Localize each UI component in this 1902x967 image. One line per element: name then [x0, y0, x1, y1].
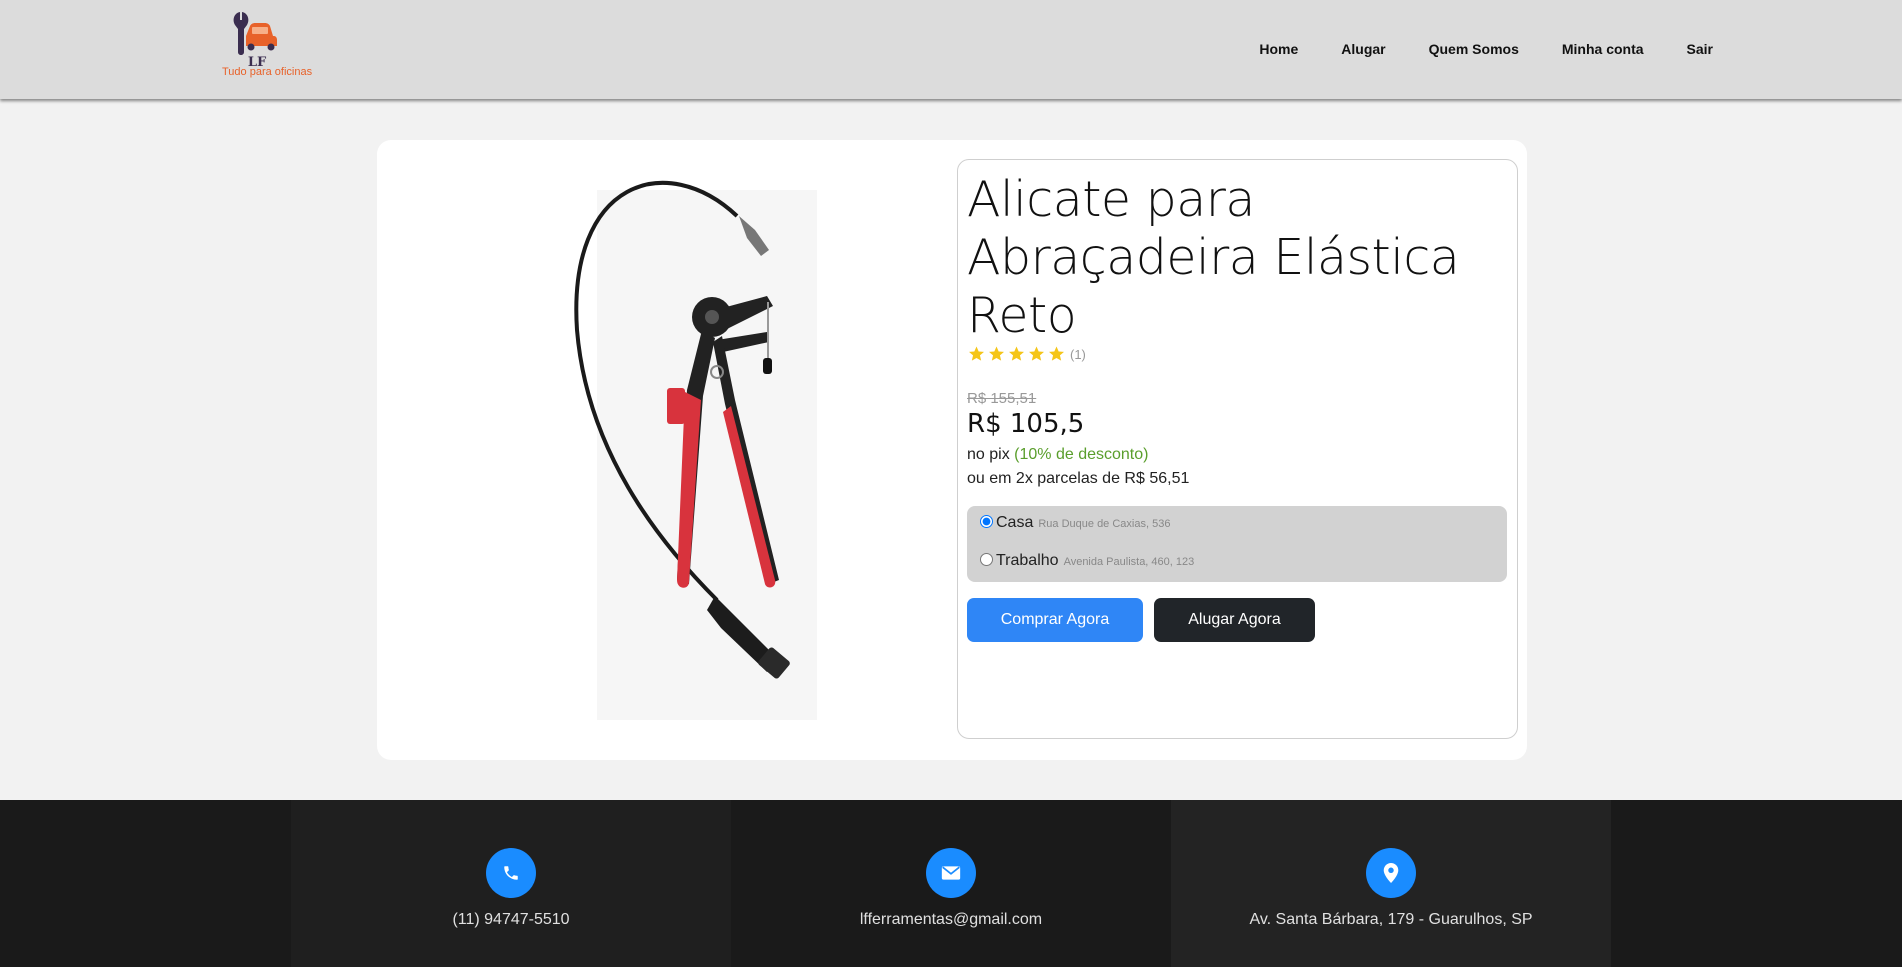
- rent-now-button[interactable]: Alugar Agora: [1154, 598, 1315, 642]
- email-icon[interactable]: [926, 848, 976, 898]
- star-icon: [1009, 346, 1024, 361]
- location-pin-icon[interactable]: [1366, 848, 1416, 898]
- logo-tagline: Tudo para oficinas: [222, 66, 313, 78]
- product-card: Alicate para Abraçadeira Elástica Reto (…: [377, 140, 1527, 760]
- nav-minha-conta[interactable]: Minha conta: [1562, 41, 1644, 57]
- nav-quem-somos[interactable]: Quem Somos: [1429, 41, 1519, 57]
- rating-count[interactable]: (1): [1070, 347, 1086, 362]
- pix-discount: (10% de desconto): [1014, 446, 1149, 463]
- address-option-trabalho[interactable]: Trabalho Avenida Paulista, 460, 123: [980, 552, 1194, 570]
- footer-address: Av. Santa Bárbara, 179 - Guarulhos, SP: [1171, 800, 1611, 967]
- nav-alugar[interactable]: Alugar: [1341, 41, 1385, 57]
- star-icon: [989, 346, 1004, 361]
- star-icon: [1029, 346, 1044, 361]
- star-icon: [969, 346, 984, 361]
- footer-address-text[interactable]: Av. Santa Bárbara, 179 - Guarulhos, SP: [1171, 911, 1611, 929]
- installments-info: ou em 2x parcelas de R$ 56,51: [967, 470, 1190, 487]
- product-info-panel: Alicate para Abraçadeira Elástica Reto (…: [957, 159, 1518, 739]
- address-label: Trabalho: [996, 552, 1059, 569]
- site-header: LF Tudo para oficinas Home Alugar Quem S…: [0, 0, 1902, 99]
- product-title: Alicate para Abraçadeira Elástica Reto: [967, 171, 1460, 344]
- product-image: [517, 160, 817, 720]
- address-option-casa[interactable]: Casa Rua Duque de Caxias, 536: [980, 514, 1170, 532]
- footer-phone: (11) 94747-5510: [291, 800, 731, 967]
- action-buttons: Comprar Agora Alugar Agora: [967, 598, 1315, 642]
- address-radio-casa[interactable]: [980, 515, 993, 528]
- price-current: R$ 105,5: [967, 409, 1085, 439]
- nav-sair[interactable]: Sair: [1687, 41, 1713, 57]
- address-label: Casa: [996, 514, 1034, 531]
- pix-info: no pix (10% de desconto): [967, 446, 1148, 464]
- footer-phone-text[interactable]: (11) 94747-5510: [291, 911, 731, 929]
- product-rating: (1): [967, 345, 1086, 363]
- address-radio-trabalho[interactable]: [980, 553, 993, 566]
- site-footer: (11) 94747-5510 lfferramentas@gmail.com …: [0, 800, 1902, 967]
- address-selector: Casa Rua Duque de Caxias, 536 Trabalho A…: [967, 506, 1507, 582]
- logo-wrench-car-icon: LF: [233, 12, 277, 70]
- pix-label: no pix: [967, 446, 1010, 463]
- footer-email-text[interactable]: lfferramentas@gmail.com: [731, 911, 1171, 929]
- main-nav: Home Alugar Quem Somos Minha conta Sair: [1259, 41, 1713, 57]
- footer-email: lfferramentas@gmail.com: [731, 800, 1171, 967]
- buy-now-button[interactable]: Comprar Agora: [967, 598, 1143, 642]
- price-old: R$ 155,51: [967, 390, 1037, 407]
- address-street: Avenida Paulista, 460, 123: [1063, 556, 1195, 568]
- star-icon: [1049, 346, 1064, 361]
- nav-home[interactable]: Home: [1259, 41, 1298, 57]
- address-street: Rua Duque de Caxias, 536: [1038, 518, 1171, 530]
- phone-icon[interactable]: [486, 848, 536, 898]
